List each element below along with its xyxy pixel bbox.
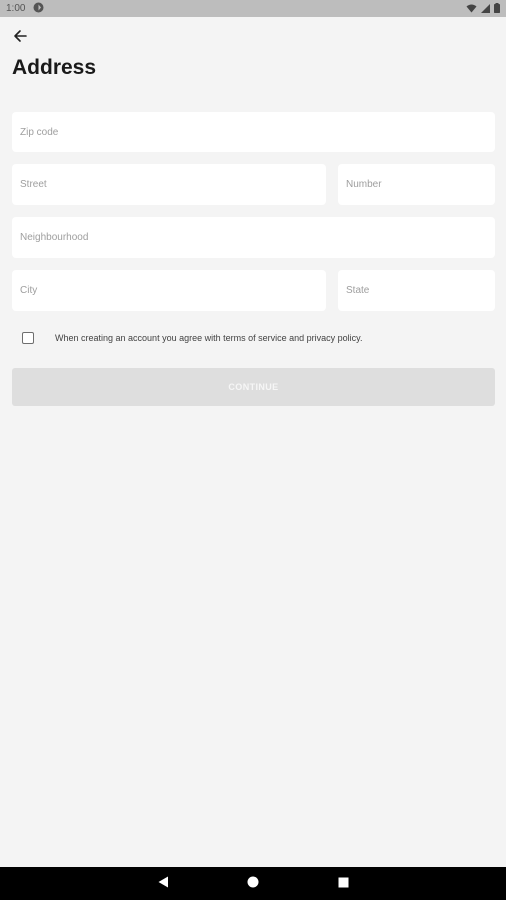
back-button[interactable] xyxy=(8,26,32,50)
terms-label: When creating an account you agree with … xyxy=(55,333,363,343)
status-time: 1:00 xyxy=(6,3,26,14)
terms-checkbox[interactable] xyxy=(22,332,34,344)
recents-square-icon xyxy=(338,875,349,893)
street-field-container xyxy=(12,164,326,205)
continue-button[interactable]: CONTINUE xyxy=(12,368,495,406)
app-notification-icon xyxy=(33,2,44,16)
page-title: Address xyxy=(12,56,97,79)
terms-row: When creating an account you agree with … xyxy=(22,332,362,344)
street-field[interactable] xyxy=(12,164,326,205)
city-field[interactable] xyxy=(12,270,326,311)
neighbourhood-field[interactable] xyxy=(12,217,495,258)
status-right xyxy=(466,0,500,18)
state-field[interactable] xyxy=(338,270,495,311)
state-field-container xyxy=(338,270,495,311)
number-field-container xyxy=(338,164,495,205)
zip-code-field[interactable] xyxy=(12,112,495,152)
wifi-icon xyxy=(466,0,477,18)
neighbourhood-field-container xyxy=(12,217,495,258)
arrow-left-icon xyxy=(13,29,27,48)
city-field-container xyxy=(12,270,326,311)
nav-back-button[interactable] xyxy=(143,867,183,900)
zip-code-field-container xyxy=(12,112,495,152)
status-left: 1:00 xyxy=(6,2,44,16)
back-triangle-icon xyxy=(158,875,169,893)
nav-recents-button[interactable] xyxy=(323,867,363,900)
navigation-bar xyxy=(0,867,506,900)
battery-icon xyxy=(494,0,500,18)
home-circle-icon xyxy=(247,875,259,893)
number-field[interactable] xyxy=(338,164,495,205)
status-bar: 1:00 xyxy=(0,0,506,17)
nav-home-button[interactable] xyxy=(233,867,273,900)
signal-icon xyxy=(481,0,490,18)
